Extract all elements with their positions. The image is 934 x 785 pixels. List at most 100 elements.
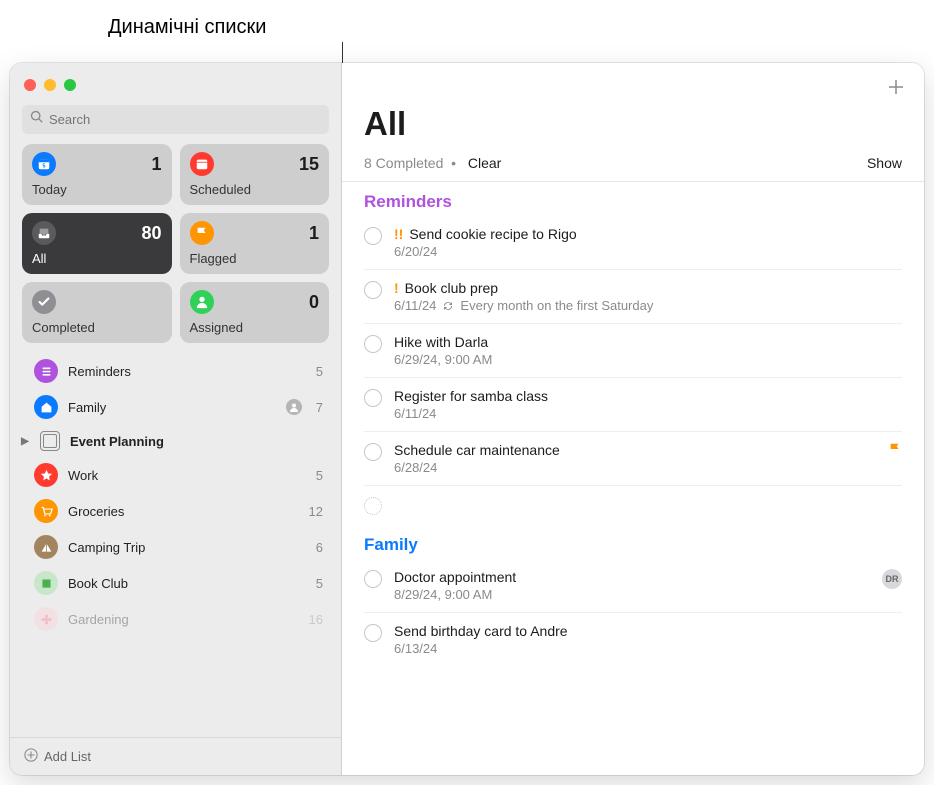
- smart-list-scheduled[interactable]: 15 Scheduled: [180, 144, 330, 205]
- shared-icon: [286, 399, 302, 415]
- list-name: Camping Trip: [68, 540, 306, 555]
- smart-label: Flagged: [190, 251, 320, 266]
- list-count: 5: [316, 576, 323, 591]
- reminder-title: Register for samba class: [394, 388, 902, 404]
- person-icon: [190, 290, 214, 314]
- calendar-icon: [190, 152, 214, 176]
- close-window-button[interactable]: [24, 79, 36, 91]
- smart-count: 80: [141, 223, 161, 244]
- list-name: Family: [68, 400, 276, 415]
- complete-radio[interactable]: [364, 570, 382, 588]
- list-item-book-club[interactable]: Book Club 5: [18, 565, 333, 601]
- complete-radio[interactable]: [364, 281, 382, 299]
- main-content: All 8 Completed • Clear Show Reminders !…: [342, 63, 924, 775]
- repeat-icon: [442, 300, 454, 312]
- window-controls: [10, 63, 341, 101]
- search-field[interactable]: [22, 105, 329, 134]
- smart-list-today[interactable]: 5 1 Today: [22, 144, 172, 205]
- complete-radio[interactable]: [364, 443, 382, 461]
- list-count: 16: [309, 612, 323, 627]
- smart-label: Completed: [32, 320, 162, 335]
- smart-count: 1: [309, 223, 319, 244]
- reminder-subtext: 6/11/24 Every month on the first Saturda…: [394, 298, 902, 313]
- list-name: Event Planning: [70, 434, 323, 449]
- reminder-subtext: 6/29/24, 9:00 AM: [394, 352, 902, 367]
- tray-icon: [32, 221, 56, 245]
- callout-label: Динамічні списки: [108, 16, 266, 39]
- smart-count: 1: [151, 154, 161, 175]
- search-icon: [30, 110, 49, 129]
- list-name: Gardening: [68, 612, 299, 627]
- reminder-title: !! Send cookie recipe to Rigo: [394, 226, 902, 242]
- show-button[interactable]: Show: [867, 155, 902, 171]
- list-icon: [34, 359, 58, 383]
- list-item-family[interactable]: Family 7: [18, 389, 333, 425]
- completed-count: 8 Completed: [364, 155, 443, 171]
- smart-list-completed[interactable]: Completed: [22, 282, 172, 343]
- plus-circle-icon: [24, 748, 38, 765]
- complete-radio[interactable]: [364, 389, 382, 407]
- list-name: Book Club: [68, 576, 306, 591]
- list-count: 12: [309, 504, 323, 519]
- list-item-gardening[interactable]: Gardening 16: [18, 601, 333, 637]
- app-window: 5 1 Today 15 Scheduled 80 All 1 Flagged …: [10, 63, 924, 775]
- reminder-item[interactable]: Send birthday card to Andre 6/13/24: [364, 613, 902, 666]
- reminder-item[interactable]: Doctor appointment 8/29/24, 9:00 AM DR: [364, 559, 902, 613]
- cart-icon: [34, 499, 58, 523]
- priority-indicator: !: [394, 280, 399, 296]
- reminder-title: Doctor appointment: [394, 569, 870, 585]
- sidebar: 5 1 Today 15 Scheduled 80 All 1 Flagged …: [10, 63, 342, 775]
- clear-button[interactable]: Clear: [468, 155, 501, 171]
- completed-bar: 8 Completed • Clear Show: [342, 149, 924, 182]
- tent-icon: [34, 535, 58, 559]
- main-toolbar: [342, 63, 924, 97]
- list-count: 6: [316, 540, 323, 555]
- reminder-item[interactable]: Schedule car maintenance 6/28/24: [364, 432, 902, 486]
- list-name: Reminders: [68, 364, 306, 379]
- new-reminder-placeholder[interactable]: [364, 486, 902, 525]
- reminder-subtext: 6/13/24: [394, 641, 902, 656]
- list-count: 5: [316, 364, 323, 379]
- new-reminder-button[interactable]: [886, 77, 906, 97]
- assignee-avatar: DR: [882, 569, 902, 589]
- book-icon: [34, 571, 58, 595]
- list-item-work[interactable]: Work 5: [18, 457, 333, 493]
- smart-count: 15: [299, 154, 319, 175]
- reminder-title: Send birthday card to Andre: [394, 623, 902, 639]
- smart-label: Scheduled: [190, 182, 320, 197]
- reminder-title: Schedule car maintenance: [394, 442, 876, 458]
- folder-icon: [40, 431, 60, 451]
- smart-list-assigned[interactable]: 0 Assigned: [180, 282, 330, 343]
- list-item-groceries[interactable]: Groceries 12: [18, 493, 333, 529]
- complete-radio-placeholder: [364, 497, 382, 515]
- reminder-item[interactable]: Hike with Darla 6/29/24, 9:00 AM: [364, 324, 902, 378]
- dot-separator: •: [447, 155, 464, 171]
- list-count: 5: [316, 468, 323, 483]
- fullscreen-window-button[interactable]: [64, 79, 76, 91]
- list-count: 7: [316, 400, 323, 415]
- reminder-item[interactable]: Register for samba class 6/11/24: [364, 378, 902, 432]
- reminder-subtext: 6/28/24: [394, 460, 876, 475]
- reminder-subtext: 8/29/24, 9:00 AM: [394, 587, 870, 602]
- list-name: Work: [68, 468, 306, 483]
- flag-icon: [190, 221, 214, 245]
- complete-radio[interactable]: [364, 624, 382, 642]
- complete-radio[interactable]: [364, 335, 382, 353]
- reminder-item[interactable]: !! Send cookie recipe to Rigo 6/20/24: [364, 216, 902, 270]
- complete-radio[interactable]: [364, 227, 382, 245]
- add-list-button[interactable]: Add List: [10, 737, 341, 775]
- reminder-subtext: 6/11/24: [394, 406, 902, 421]
- section-header-family: Family: [342, 525, 924, 559]
- minimize-window-button[interactable]: [44, 79, 56, 91]
- flag-icon: [888, 442, 902, 461]
- list-group-event-planning[interactable]: ▶ Event Planning: [18, 425, 333, 457]
- smart-list-flagged[interactable]: 1 Flagged: [180, 213, 330, 274]
- page-title: All: [342, 97, 924, 149]
- priority-indicator: !!: [394, 226, 403, 242]
- smart-list-all[interactable]: 80 All: [22, 213, 172, 274]
- list-item-camping-trip[interactable]: Camping Trip 6: [18, 529, 333, 565]
- section-header-reminders: Reminders: [342, 182, 924, 216]
- reminder-item[interactable]: ! Book club prep 6/11/24 Every month on …: [364, 270, 902, 324]
- list-item-reminders[interactable]: Reminders 5: [18, 353, 333, 389]
- search-input[interactable]: [49, 112, 321, 127]
